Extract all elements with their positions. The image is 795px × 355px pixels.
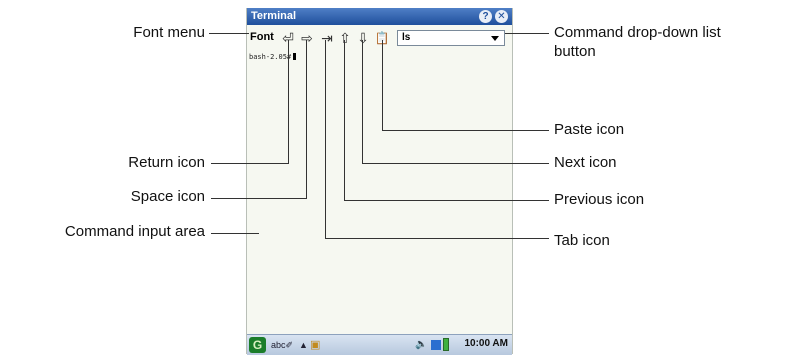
next-icon[interactable]: ⇩ xyxy=(355,30,371,46)
callout-font-menu: Font menu xyxy=(133,24,205,41)
callout-return-icon: Return icon xyxy=(128,154,205,171)
leader-paste-v xyxy=(382,40,383,131)
taskbar: G abc✐ ▲ ▣ 🔈 10:00 AM xyxy=(247,334,512,355)
callout-tab-icon: Tab icon xyxy=(554,232,610,249)
window-title: Terminal xyxy=(251,10,297,22)
callout-command-dropdown-2: button xyxy=(554,43,596,60)
title-bar: Terminal ? ✕ xyxy=(247,8,512,25)
leader-tab-v xyxy=(325,40,326,239)
leader-return-h xyxy=(211,163,288,164)
callout-command-dropdown-1: Command drop-down list xyxy=(554,24,721,41)
leader-next-h xyxy=(362,163,549,164)
speaker-icon[interactable]: 🔈 xyxy=(415,338,427,352)
command-dropdown-value: ls xyxy=(402,32,411,43)
leader-return-v xyxy=(288,40,289,164)
input-method-icon[interactable]: abc✐ xyxy=(271,338,293,352)
font-menu[interactable]: Font xyxy=(250,31,274,43)
battery-icon xyxy=(443,338,449,351)
leader-previous-h xyxy=(344,200,549,201)
arrow-up-icon[interactable]: ▲ xyxy=(299,338,308,352)
text-cursor xyxy=(293,53,297,60)
leader-command-input-area xyxy=(211,233,259,234)
chevron-down-icon[interactable] xyxy=(491,36,499,41)
network-icon[interactable] xyxy=(431,340,441,350)
command-input-area[interactable]: bash-2.05# xyxy=(247,50,512,334)
start-button[interactable]: G xyxy=(249,337,266,353)
tab-icon[interactable]: ⇥ xyxy=(319,30,335,46)
leader-space-v xyxy=(306,40,307,199)
callout-space-icon: Space icon xyxy=(130,188,205,205)
callout-previous-icon: Previous icon xyxy=(554,191,645,208)
leader-tab-h xyxy=(325,238,549,239)
help-button[interactable]: ? xyxy=(479,10,492,23)
leader-next-v xyxy=(362,40,363,164)
shell-prompt: bash-2.05# xyxy=(249,53,297,61)
close-button[interactable]: ✕ xyxy=(495,10,508,23)
terminal-window: Terminal ? ✕ Font ⏎ ⇨ ⇥ ⇧ ⇩ 📋 ls bash-2.… xyxy=(246,8,513,355)
leader-previous-v xyxy=(344,40,345,201)
leader-font-menu xyxy=(209,33,249,34)
clock: 10:00 AM xyxy=(464,338,508,349)
toolbar: Font ⏎ ⇨ ⇥ ⇧ ⇩ 📋 ls xyxy=(247,26,512,50)
callout-paste-icon: Paste icon xyxy=(554,121,625,138)
leader-space-h xyxy=(211,198,307,199)
callout-command-input-area: Command input area xyxy=(64,223,205,240)
callout-next-icon: Next icon xyxy=(554,154,617,171)
command-dropdown[interactable]: ls xyxy=(397,30,505,46)
prompt-text: bash-2.05# xyxy=(249,53,292,61)
space-icon[interactable]: ⇨ xyxy=(299,30,315,46)
leader-command-dropdown xyxy=(505,33,549,34)
leader-paste-h xyxy=(382,130,549,131)
previous-icon[interactable]: ⇧ xyxy=(337,30,353,46)
app-icon[interactable]: ▣ xyxy=(310,338,320,352)
